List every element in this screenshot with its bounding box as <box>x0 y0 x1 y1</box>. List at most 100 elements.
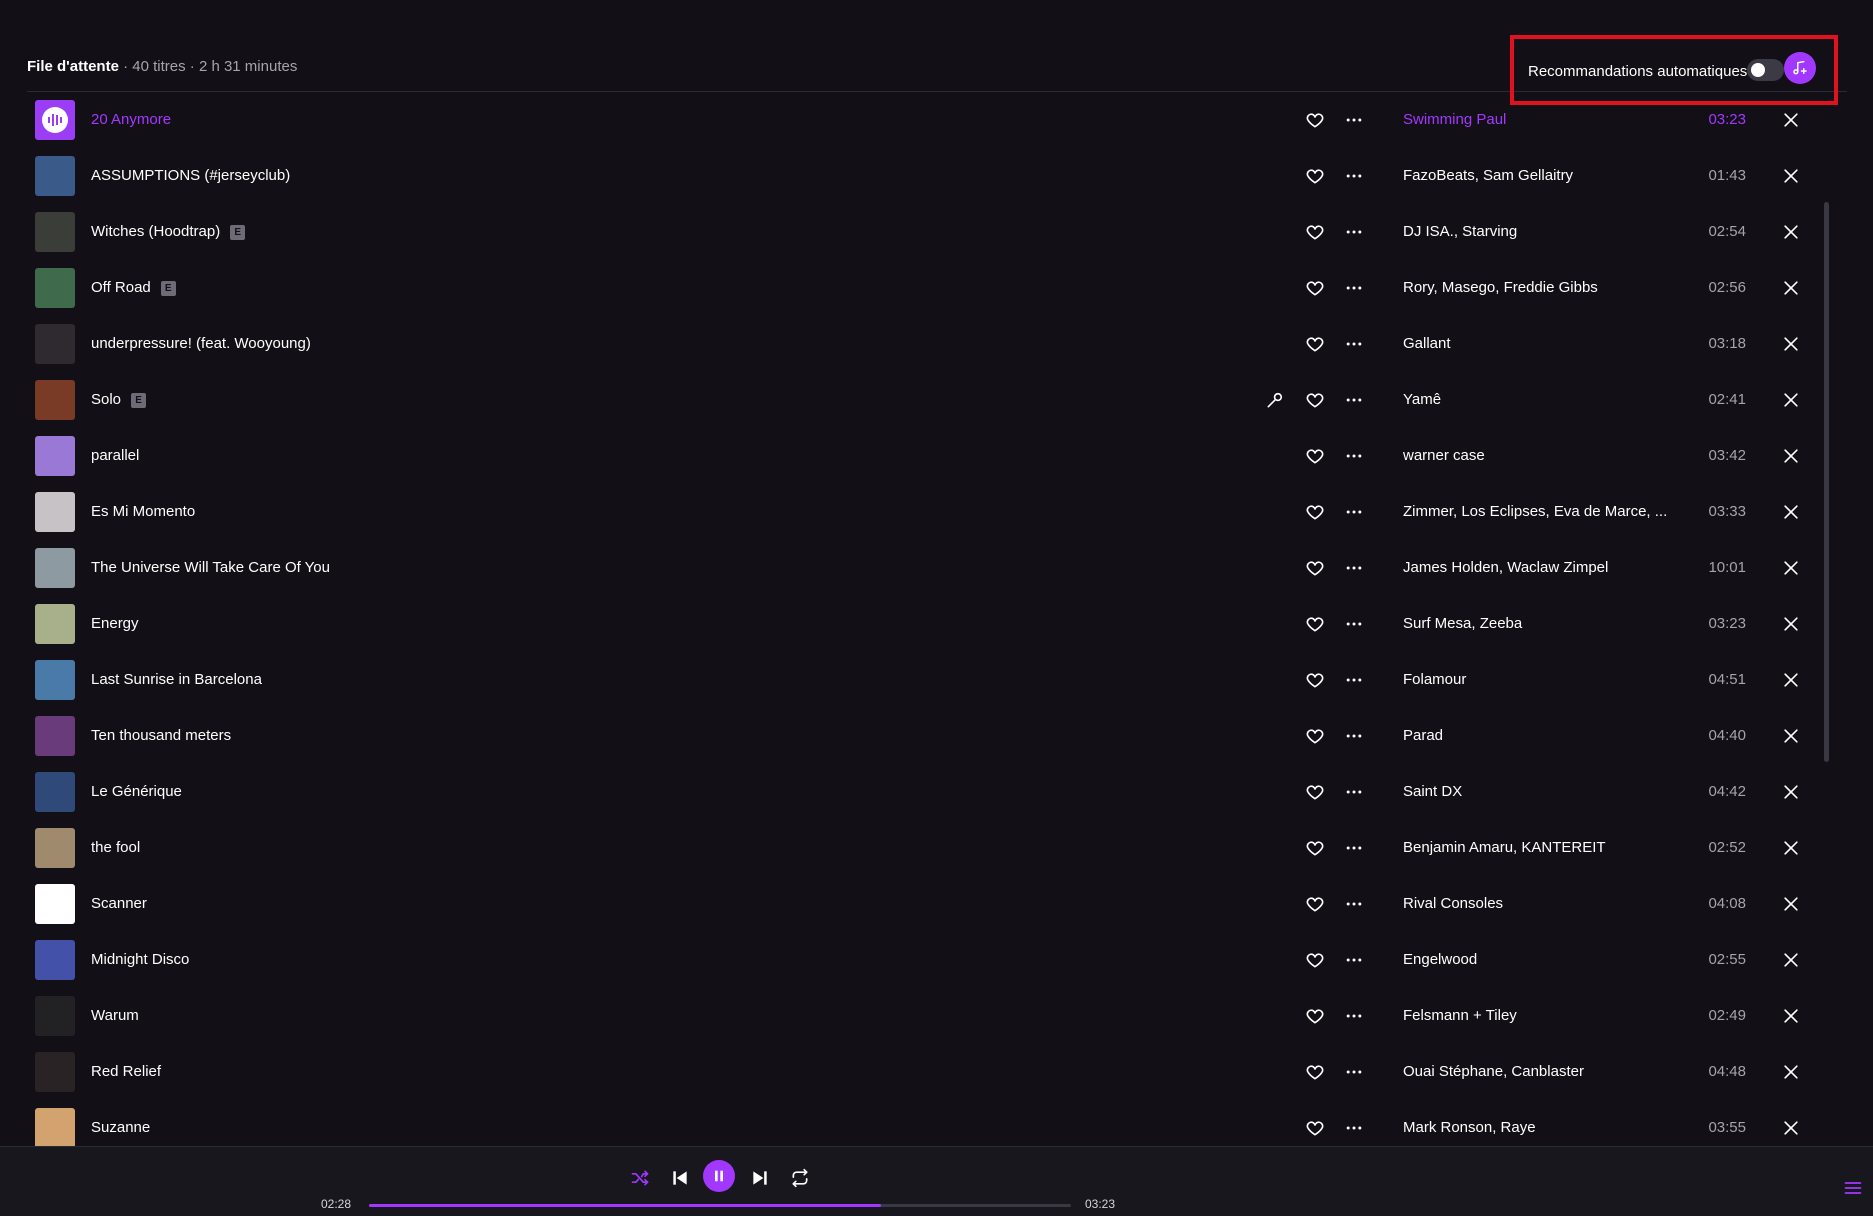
remove-from-queue-button[interactable] <box>1781 558 1801 578</box>
favorite-button[interactable] <box>1305 166 1325 186</box>
track-artist[interactable]: Surf Mesa, Zeeba <box>1403 615 1693 632</box>
remove-from-queue-button[interactable] <box>1781 838 1801 858</box>
progress-bar[interactable] <box>369 1204 1071 1207</box>
remove-from-queue-button[interactable] <box>1781 446 1801 466</box>
track-row[interactable]: Le Générique Saint DX 04:42 <box>27 764 1832 820</box>
track-row[interactable]: ASSUMPTIONS (#jerseyclub) FazoBeats, Sam … <box>27 148 1832 204</box>
more-options-button[interactable] <box>1344 1062 1364 1082</box>
remove-from-queue-button[interactable] <box>1781 950 1801 970</box>
remove-from-queue-button[interactable] <box>1781 894 1801 914</box>
favorite-button[interactable] <box>1305 1062 1325 1082</box>
track-row[interactable]: Ten thousand meters Parad 04:40 <box>27 708 1832 764</box>
favorite-button[interactable] <box>1305 222 1325 242</box>
track-row[interactable]: Warum Felsmann + Tiley 02:49 <box>27 988 1832 1044</box>
track-title[interactable]: 20 Anymore <box>91 111 171 128</box>
remove-from-queue-button[interactable] <box>1781 110 1801 130</box>
track-row[interactable]: Energy Surf Mesa, Zeeba 03:23 <box>27 596 1832 652</box>
track-artist[interactable]: FazoBeats, Sam Gellaitry <box>1403 167 1693 184</box>
track-artist[interactable]: Folamour <box>1403 671 1693 688</box>
track-artist[interactable]: Parad <box>1403 727 1693 744</box>
track-row[interactable]: parallel warner case 03:42 <box>27 428 1832 484</box>
remove-from-queue-button[interactable] <box>1781 670 1801 690</box>
track-artist[interactable]: Ouai Stéphane, Canblaster <box>1403 1063 1693 1080</box>
track-artist[interactable]: Benjamin Amaru, KANTEREIT <box>1403 839 1693 856</box>
favorite-button[interactable] <box>1305 894 1325 914</box>
track-row[interactable]: Last Sunrise in Barcelona Folamour 04:51 <box>27 652 1832 708</box>
more-options-button[interactable] <box>1344 110 1364 130</box>
remove-from-queue-button[interactable] <box>1781 1006 1801 1026</box>
favorite-button[interactable] <box>1305 446 1325 466</box>
track-artist[interactable]: Zimmer, Los Eclipses, Eva de Marce, ... <box>1403 503 1693 520</box>
more-options-button[interactable] <box>1344 446 1364 466</box>
remove-from-queue-button[interactable] <box>1781 782 1801 802</box>
track-artist[interactable]: Mark Ronson, Raye <box>1403 1119 1693 1136</box>
more-options-button[interactable] <box>1344 1118 1364 1138</box>
track-row[interactable]: Solo E Yamê 02:41 <box>27 372 1832 428</box>
remove-from-queue-button[interactable] <box>1781 614 1801 634</box>
track-title[interactable]: The Universe Will Take Care Of You <box>91 559 330 576</box>
track-artist[interactable]: Yamê <box>1403 391 1693 408</box>
track-row[interactable]: Es Mi Momento Zimmer, Los Eclipses, Eva d… <box>27 484 1832 540</box>
favorite-button[interactable] <box>1305 670 1325 690</box>
more-options-button[interactable] <box>1344 838 1364 858</box>
shuffle-button[interactable] <box>626 1164 654 1192</box>
auto-recommendations-toggle[interactable] <box>1747 59 1784 81</box>
track-title[interactable]: underpressure! (feat. Wooyoung) <box>91 335 311 352</box>
previous-button[interactable] <box>666 1164 694 1192</box>
favorite-button[interactable] <box>1305 110 1325 130</box>
track-artist[interactable]: Rory, Masego, Freddie Gibbs <box>1403 279 1693 296</box>
favorite-button[interactable] <box>1305 502 1325 522</box>
track-title[interactable]: the fool <box>91 839 140 856</box>
remove-from-queue-button[interactable] <box>1781 726 1801 746</box>
add-music-button[interactable] <box>1784 52 1816 84</box>
track-title[interactable]: Warum <box>91 1007 139 1024</box>
more-options-button[interactable] <box>1344 614 1364 634</box>
track-artist[interactable]: Gallant <box>1403 335 1693 352</box>
favorite-button[interactable] <box>1305 390 1325 410</box>
track-artist[interactable]: Swimming Paul <box>1403 111 1693 128</box>
track-row[interactable]: Off Road E Rory, Masego, Freddie Gibbs 02:5… <box>27 260 1832 316</box>
favorite-button[interactable] <box>1305 278 1325 298</box>
favorite-button[interactable] <box>1305 950 1325 970</box>
more-options-button[interactable] <box>1344 558 1364 578</box>
queue-button[interactable] <box>1843 1178 1863 1198</box>
more-options-button[interactable] <box>1344 894 1364 914</box>
more-options-button[interactable] <box>1344 950 1364 970</box>
lyrics-button[interactable] <box>1265 390 1285 410</box>
more-options-button[interactable] <box>1344 670 1364 690</box>
remove-from-queue-button[interactable] <box>1781 1118 1801 1138</box>
track-title[interactable]: Off Road E <box>91 279 176 296</box>
track-title[interactable]: Energy <box>91 615 139 632</box>
remove-from-queue-button[interactable] <box>1781 390 1801 410</box>
more-options-button[interactable] <box>1344 782 1364 802</box>
remove-from-queue-button[interactable] <box>1781 502 1801 522</box>
more-options-button[interactable] <box>1344 726 1364 746</box>
track-title[interactable]: ASSUMPTIONS (#jerseyclub) <box>91 167 290 184</box>
track-artist[interactable]: James Holden, Waclaw Zimpel <box>1403 559 1693 576</box>
track-title[interactable]: Solo E <box>91 391 147 408</box>
track-title[interactable]: Witches (Hoodtrap) E <box>91 223 246 240</box>
scrollbar-thumb[interactable] <box>1824 202 1829 762</box>
remove-from-queue-button[interactable] <box>1781 278 1801 298</box>
track-row[interactable]: The Universe Will Take Care Of You James … <box>27 540 1832 596</box>
more-options-button[interactable] <box>1344 278 1364 298</box>
track-row[interactable]: Suzanne Mark Ronson, Raye 03:55 <box>27 1100 1832 1146</box>
track-row[interactable]: Red Relief Ouai Stéphane, Canblaster 04:48 <box>27 1044 1832 1100</box>
track-row[interactable]: 20 Anymore Swimming Paul 03:23 <box>27 92 1832 148</box>
track-title[interactable]: parallel <box>91 447 139 464</box>
favorite-button[interactable] <box>1305 614 1325 634</box>
favorite-button[interactable] <box>1305 1118 1325 1138</box>
remove-from-queue-button[interactable] <box>1781 166 1801 186</box>
track-title[interactable]: Ten thousand meters <box>91 727 231 744</box>
track-artist[interactable]: Engelwood <box>1403 951 1693 968</box>
track-row[interactable]: Scanner Rival Consoles 04:08 <box>27 876 1832 932</box>
track-title[interactable]: Red Relief <box>91 1063 161 1080</box>
favorite-button[interactable] <box>1305 1006 1325 1026</box>
track-artist[interactable]: DJ ISA., Starving <box>1403 223 1693 240</box>
track-title[interactable]: Le Générique <box>91 783 182 800</box>
more-options-button[interactable] <box>1344 334 1364 354</box>
track-title[interactable]: Last Sunrise in Barcelona <box>91 671 262 688</box>
more-options-button[interactable] <box>1344 222 1364 242</box>
track-title[interactable]: Es Mi Momento <box>91 503 195 520</box>
more-options-button[interactable] <box>1344 390 1364 410</box>
